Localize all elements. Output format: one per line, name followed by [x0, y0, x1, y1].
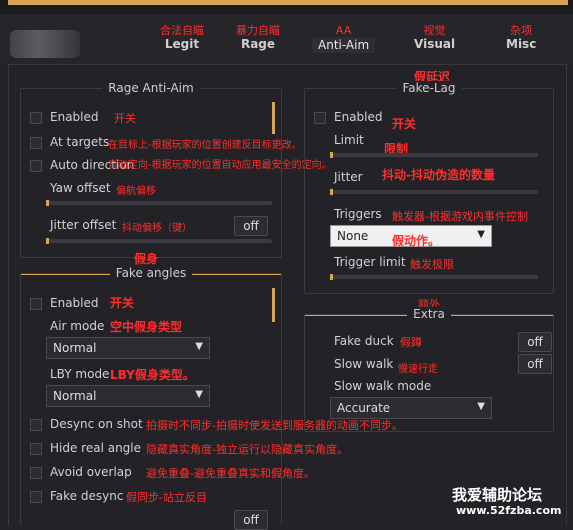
scrollbar-rage-anti-aim[interactable] [272, 102, 275, 134]
group-title-fake-angles: Fake angles [109, 266, 193, 280]
note-triggers-2: 假动作。 [392, 234, 441, 248]
select-air-mode-value: Normal [53, 341, 97, 355]
tab-legit-cn: 合法自瞄 [160, 24, 204, 37]
label-air-mode: Air mode [50, 319, 105, 333]
note-auto-direction: 自动定向-根据玩家的位置自动应用最安全的定向。 [108, 160, 332, 171]
tab-visual-label: Visual [414, 37, 456, 51]
tab-bar [0, 14, 573, 64]
label-jitter: Jitter [334, 170, 363, 184]
select-slow-walk-mode-value: Accurate [337, 401, 391, 415]
label-avoid-overlap: Avoid overlap [50, 465, 132, 479]
tab-anti-aim[interactable]: AA Anti-Aim [312, 24, 376, 53]
fake-desync-key-button[interactable]: off [234, 510, 268, 530]
jitter-offset-key-button[interactable]: off [234, 216, 268, 236]
title-bar [0, 0, 573, 14]
slider-knob[interactable] [330, 189, 333, 195]
chevron-down-icon: ▼ [195, 341, 203, 352]
tab-anti-aim-cn: AA [335, 24, 352, 37]
chevron-down-icon: ▼ [195, 389, 203, 400]
watermark-title: 我爱辅助论坛 [452, 486, 543, 504]
note-enabled: 开关 [114, 112, 136, 125]
group-title-rage-anti-aim: Rage Anti-Aim [102, 81, 200, 95]
tab-visual[interactable]: 视觉 Visual [414, 24, 456, 52]
chevron-down-icon: ▼ [477, 229, 485, 240]
checkbox-fa-enabled[interactable] [30, 298, 42, 310]
tab-rage[interactable]: 暴力自瞄 Rage [236, 24, 280, 52]
note-triggers: 触发器-根据游戏内事件控制 [392, 210, 528, 223]
label-limit: Limit [334, 133, 364, 147]
section-note-fake-angles: 假身 [134, 252, 159, 266]
note-jitter: 抖动-抖动伪造的数量 [382, 168, 495, 182]
label-fl-enabled: Enabled [334, 110, 383, 124]
select-air-mode[interactable]: Normal ▼ [46, 337, 210, 359]
checkbox-hide-real-angle[interactable] [30, 443, 42, 455]
tab-visual-cn: 视觉 [423, 24, 446, 37]
note-avoid-overlap: 避免重叠-避免重叠真实和假角度。 [146, 467, 315, 480]
checkbox-fake-desync[interactable] [30, 491, 42, 503]
chevron-down-icon: ▼ [477, 401, 485, 412]
note-lby-mode: LBY假身类型。 [110, 368, 195, 382]
note-fake-desync: 假同步-站立反目 [126, 491, 207, 504]
group-title-fake-lag: Fake-Lag [396, 81, 462, 95]
label-jitter-offset: Jitter offset [50, 218, 117, 232]
slider-knob[interactable] [46, 200, 49, 206]
note-fa-enabled: 开关 [110, 296, 135, 310]
slider-yaw-offset[interactable] [46, 200, 272, 206]
slider-knob[interactable] [330, 152, 333, 158]
note-jitter-offset: 抖动偏移（键） [122, 223, 192, 234]
note-air-mode: 空中假身类型 [110, 320, 183, 334]
fake-duck-key-button[interactable]: off [518, 332, 552, 352]
note-hide-real-angle: 隐藏真实角度-独立运行以隐藏真实角度。 [146, 443, 348, 456]
select-triggers-value: None [337, 229, 369, 243]
note-trigger-limit: 触发极限 [410, 258, 454, 271]
tab-anti-aim-label: Anti-Aim [312, 37, 376, 53]
select-lby-mode-value: Normal [53, 389, 97, 403]
note-yaw-offset: 偏航偏移 [116, 186, 156, 197]
scrollbar-fake-angles[interactable] [272, 288, 275, 322]
tab-rage-cn: 暴力自瞄 [236, 24, 280, 37]
label-at-targets: At targets [50, 135, 110, 149]
checkbox-avoid-overlap[interactable] [30, 467, 42, 479]
label-fake-desync: Fake desync [50, 489, 124, 503]
tab-legit[interactable]: 合法自瞄 Legit [160, 24, 204, 52]
tab-misc[interactable]: 杂项 Misc [506, 24, 537, 52]
note-fl-enabled: 开关 [392, 117, 417, 131]
label-slow-walk-mode: Slow walk mode [334, 379, 432, 393]
group-title-extra: Extra [407, 307, 451, 321]
note-slow-walk: 慢速行走 [398, 364, 438, 375]
label-lby-mode: LBY mode [50, 367, 110, 381]
checkbox-auto-direction[interactable] [30, 160, 42, 172]
slider-jitter[interactable] [330, 189, 538, 195]
slider-knob[interactable] [46, 238, 49, 244]
label-trigger-limit: Trigger limit [334, 255, 406, 269]
checkbox-enabled[interactable] [30, 112, 42, 124]
checkbox-desync-on-shot[interactable] [30, 419, 42, 431]
slider-trigger-limit[interactable] [330, 274, 538, 280]
tab-misc-label: Misc [506, 37, 537, 51]
slider-jitter-offset[interactable] [46, 238, 272, 244]
tab-misc-cn: 杂项 [510, 24, 533, 37]
checkbox-fl-enabled[interactable] [314, 112, 326, 124]
select-lby-mode[interactable]: Normal ▼ [46, 385, 210, 407]
select-slow-walk-mode[interactable]: Accurate ▼ [330, 397, 492, 419]
label-hide-real-angle: Hide real angle [50, 441, 142, 455]
label-fa-enabled: Enabled [50, 296, 99, 310]
label-triggers: Triggers [334, 207, 382, 221]
label-yaw-offset: Yaw offset [50, 181, 111, 195]
note-at-targets: 在目标上-根据玩家的位置创建反目标更改。 [108, 140, 302, 151]
label-desync-on-shot: Desync on shot [50, 417, 143, 431]
note-fake-duck: 假蹲 [400, 336, 422, 349]
watermark-url: www.52fzba.com [456, 504, 562, 517]
logo [10, 30, 80, 58]
accent-strip [8, 0, 568, 5]
label-enabled: Enabled [50, 110, 99, 124]
slider-knob[interactable] [330, 274, 333, 280]
slider-limit[interactable] [330, 152, 538, 158]
checkbox-at-targets[interactable] [30, 137, 42, 149]
slow-walk-key-button[interactable]: off [518, 354, 552, 374]
tab-legit-label: Legit [164, 37, 200, 51]
label-fake-duck: Fake duck [334, 334, 394, 348]
tab-rage-label: Rage [240, 37, 276, 51]
label-slow-walk: Slow walk [334, 357, 394, 371]
